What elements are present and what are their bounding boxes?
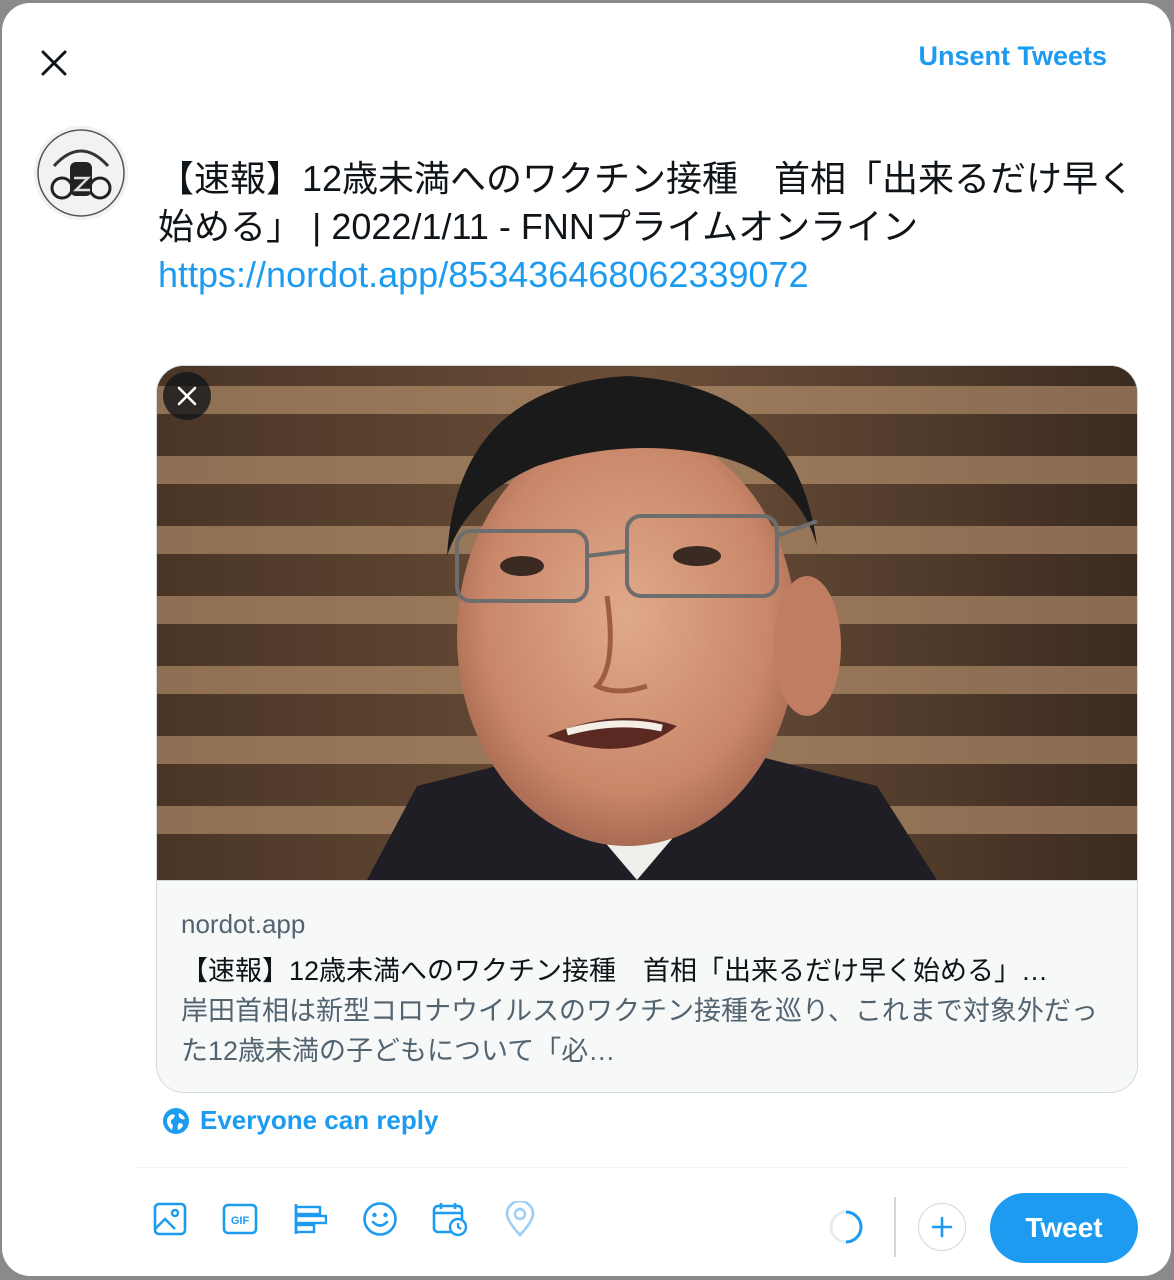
location-icon [505,1201,535,1237]
tweet-textarea[interactable]: 【速報】12歳未満へのワクチン接種 首相「出来るだけ早く始める」 | 2022/… [158,155,1138,299]
gif-icon: GIF [222,1203,258,1235]
svg-text:GIF: GIF [231,1215,250,1227]
link-preview-description: 岸田首相は新型コロナウイルスのワクチン接種を巡り、これまで対象外だった12歳未満… [181,996,1098,1066]
close-icon [41,50,67,76]
tweet-text: 【速報】12歳未満へのワクチン接種 首相「出来るだけ早く始める」 | 2022/… [158,158,1135,247]
avatar[interactable] [34,126,128,220]
link-preview-domain: nordot.app [181,909,306,939]
tweet-link[interactable]: https://nordot.app/853436468062339072 [158,251,1138,299]
link-preview-title: 【速報】12歳未満へのワクチン接種 首相「出来るだけ早く始める」… [181,956,1049,986]
media-button[interactable] [152,1201,188,1237]
poll-button[interactable] [292,1201,328,1237]
poll-icon [294,1204,327,1234]
compose-tweet-modal: Unsent Tweets 【速報】12歳未満へのワクチン接種 首相「出来るだけ… [2,3,1171,1276]
link-preview-image [157,366,1137,880]
profile-avatar-image [34,126,128,220]
char-progress-ring [829,1210,863,1244]
globe-icon [163,1107,189,1134]
emoji-button[interactable] [362,1201,398,1237]
link-preview-card[interactable]: nordot.app 【速報】12歳未満へのワクチン接種 首相「出来るだけ早く始… [156,365,1138,1093]
location-button[interactable] [502,1201,538,1237]
unsent-tweets-link[interactable]: Unsent Tweets [918,41,1107,72]
toolbar-separator [894,1197,896,1257]
add-tweet-button[interactable] [918,1203,966,1251]
tweet-button[interactable]: Tweet [990,1193,1138,1263]
link-preview-body: nordot.app 【速報】12歳未満へのワクチン接種 首相「出来るだけ早く始… [157,880,1137,1092]
emoji-icon [363,1202,397,1236]
toolbar-divider [134,1167,1128,1168]
schedule-button[interactable] [432,1201,468,1237]
compose-toolbar: GIF [152,1201,538,1237]
reply-setting-button[interactable]: Everyone can reply [162,1105,438,1136]
gif-button[interactable]: GIF [222,1201,258,1237]
image-icon [153,1202,187,1236]
schedule-icon [432,1203,468,1237]
reply-setting-label: Everyone can reply [200,1105,439,1135]
remove-preview-button[interactable] [163,372,211,420]
close-button[interactable] [30,39,78,87]
close-icon [177,386,197,406]
plus-icon [931,1216,953,1238]
